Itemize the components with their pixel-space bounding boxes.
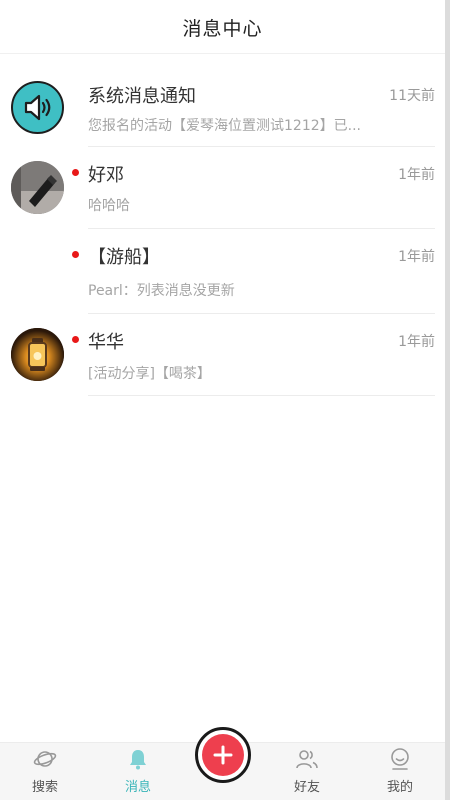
unread-dot (72, 251, 79, 258)
tab-profile[interactable]: 我的 (365, 743, 435, 800)
user-photo (11, 161, 64, 214)
friends-icon (296, 750, 318, 769)
message-title: 【游船】 (88, 247, 160, 268)
tab-label: 消息 (124, 780, 151, 795)
message-item[interactable]: 华华 1年前 [活动分享]【喝茶】 (0, 314, 445, 396)
message-item-system[interactable]: 系统消息通知 11天前 您报名的活动【爱琴海位置测试1212】已... (0, 64, 445, 147)
avatar (11, 161, 64, 214)
tab-messages[interactable]: 消息 (103, 743, 173, 800)
tab-label: 好友 (293, 780, 320, 795)
message-preview: 您报名的活动【爱琴海位置测试1212】已... (88, 118, 361, 134)
unread-dot (72, 169, 79, 176)
header: 消息中心 (0, 0, 445, 54)
message-time: 1年前 (398, 334, 435, 350)
message-title: 系统消息通知 (88, 86, 196, 107)
message-title: 好邓 (88, 165, 124, 186)
message-item[interactable]: 好邓 1年前 哈哈哈 (0, 147, 445, 229)
message-time: 1年前 (398, 249, 435, 265)
tab-friends[interactable]: 好友 (272, 743, 342, 800)
tab-label: 搜索 (31, 780, 58, 795)
speaker-icon (24, 94, 51, 121)
planet-icon (33, 751, 57, 767)
avatar (11, 81, 64, 134)
message-preview: [活动分享]【喝茶】 (88, 366, 211, 382)
bell-icon (130, 750, 146, 770)
add-icon (213, 745, 233, 765)
divider (88, 395, 435, 396)
unread-dot (72, 336, 79, 343)
profile-icon (391, 748, 409, 770)
message-preview: Pearl：列表消息没更新 (88, 283, 235, 299)
scrollbar-track (445, 0, 450, 800)
message-title: 华华 (88, 332, 124, 353)
page-title: 消息中心 (182, 18, 263, 40)
tab-search[interactable]: 搜索 (10, 743, 80, 800)
add-button-inner (202, 734, 244, 776)
avatar (11, 328, 64, 381)
add-button[interactable] (195, 727, 251, 783)
user-photo (11, 328, 64, 381)
tab-label: 我的 (386, 780, 413, 795)
message-item[interactable]: 【游船】 1年前 Pearl：列表消息没更新 (0, 229, 445, 314)
message-time: 11天前 (389, 88, 435, 104)
message-preview: 哈哈哈 (88, 198, 130, 214)
message-center-page: 消息中心 系统消息通知 11天前 您报名的活动【爱琴海位置测试1212】已... (0, 0, 445, 800)
message-time: 1年前 (398, 167, 435, 183)
